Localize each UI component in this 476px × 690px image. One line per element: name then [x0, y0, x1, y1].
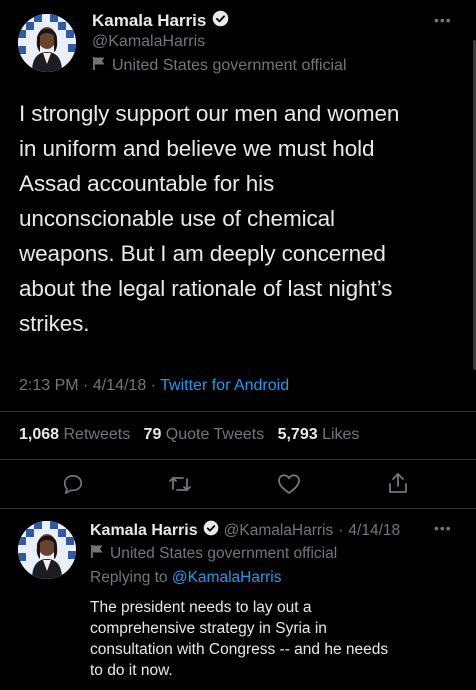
more-icon[interactable]: ••• [434, 12, 452, 28]
reply-line: The president needs to lay out a [90, 599, 312, 616]
reply-government-label: United States government official [90, 544, 337, 564]
replying-to: Replying to @KamalaHarris [90, 569, 281, 587]
avatar[interactable] [18, 14, 76, 72]
display-name[interactable]: Kamala Harris [92, 11, 206, 31]
government-label-text: United States government official [112, 57, 347, 74]
replying-to-prefix: Replying to [90, 569, 168, 586]
tweet-line: about the legal rationale of last night’… [19, 276, 393, 301]
reply-government-label-text: United States government official [110, 545, 338, 562]
reply-line: to do it now. [90, 662, 173, 679]
tweet-line: unconscionable use of chemical [19, 206, 335, 231]
tweet-source-link[interactable]: Twitter for Android [160, 377, 289, 394]
share-icon[interactable] [384, 469, 412, 497]
engagement-stats: 1,068 Retweets 79 Quote Tweets 5,793 Lik… [19, 426, 359, 444]
reply-tweet-text: The president needs to lay out a compreh… [90, 597, 388, 681]
replying-to-link[interactable]: @KamalaHarris [172, 569, 282, 586]
reply-line: consultation with Congress -- and he nee… [90, 641, 389, 658]
divider [0, 508, 476, 509]
quote-tweets-stat[interactable]: 79 Quote Tweets [144, 426, 265, 443]
reply-icon[interactable] [59, 470, 87, 498]
government-label: United States government official [92, 56, 347, 76]
tweet-line: strikes. [19, 311, 90, 336]
government-flag-icon [92, 56, 106, 76]
tweet-line: weapons. But I am deeply concerned [19, 241, 386, 266]
like-icon[interactable] [275, 470, 303, 498]
tweet-line: I strongly support our men and women [19, 101, 400, 126]
reply-date[interactable]: 4/14/18 [348, 522, 400, 540]
tweet-text: I strongly support our men and women in … [19, 96, 399, 341]
tweet-meta: 2:13 PM · 4/14/18 · Twitter for Android [19, 377, 290, 394]
reply-display-name[interactable]: Kamala Harris [90, 522, 198, 540]
verified-badge-icon [212, 10, 229, 32]
reply-line: comprehensive strategy in Syria in [90, 620, 327, 637]
tweet-line: Assad accountable for his [19, 171, 275, 196]
handle[interactable]: @KamalaHarris [92, 33, 205, 51]
tweet-line: in uniform and believe we must hold [19, 136, 375, 161]
divider [0, 459, 476, 460]
reply-header: Kamala Harris @KamalaHarris · 4/14/18 [90, 520, 400, 541]
retweet-icon[interactable] [166, 470, 194, 498]
likes-stat[interactable]: 5,793 Likes [278, 426, 360, 443]
tweet-date[interactable]: 4/14/18 [93, 377, 146, 394]
more-icon[interactable]: ••• [434, 520, 452, 536]
tweet-time[interactable]: 2:13 PM [19, 377, 79, 394]
government-flag-icon [90, 544, 104, 564]
retweets-stat[interactable]: 1,068 Retweets [19, 426, 130, 443]
reply-avatar[interactable] [18, 521, 76, 579]
divider [0, 411, 476, 412]
verified-badge-icon [203, 520, 219, 541]
reply-handle[interactable]: @KamalaHarris [224, 522, 334, 540]
